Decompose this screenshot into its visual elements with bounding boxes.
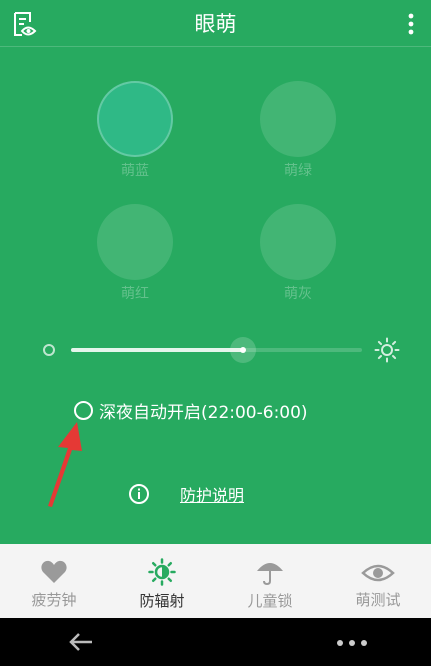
system-nav-bar	[0, 618, 431, 666]
heart-icon	[41, 560, 67, 583]
mode-gray-swatch	[260, 204, 336, 280]
mode-blue-swatch	[97, 81, 173, 157]
protection-info-link[interactable]: 防护说明	[180, 482, 244, 506]
slider-thumb[interactable]	[229, 337, 256, 363]
tab-cute-test[interactable]: 萌测试	[324, 544, 431, 618]
mode-red-swatch	[97, 204, 173, 280]
tab-child-lock-label: 儿童锁	[247, 592, 293, 610]
info-icon	[129, 484, 149, 504]
mode-green[interactable]: 萌绿	[258, 81, 338, 180]
protection-info[interactable]: 防护说明	[128, 482, 244, 506]
page-title: 眼萌	[194, 12, 237, 36]
tab-anti-radiation[interactable]: 防辐射	[108, 544, 216, 618]
main-screen: 眼萌 萌蓝 萌绿 萌红 萌灰 深夜自动开启(22:00-6:00) 防护说明	[0, 0, 431, 544]
tab-fatigue-clock[interactable]: 疲劳钟	[0, 544, 108, 618]
tab-anti-radiation-label: 防辐射	[139, 592, 185, 610]
umbrella-icon	[257, 563, 283, 586]
slider-fill	[71, 348, 243, 352]
mode-red[interactable]: 萌红	[95, 204, 175, 303]
tab-fatigue-clock-label: 疲劳钟	[31, 591, 77, 609]
night-mode-label: 深夜自动开启(22:00-6:00)	[99, 402, 308, 423]
mode-blue[interactable]: 萌蓝	[95, 81, 175, 180]
brightness-low-icon	[43, 344, 55, 356]
annotation-arrow-icon	[48, 422, 82, 507]
mode-gray[interactable]: 萌灰	[258, 204, 338, 303]
more-vertical-icon	[408, 13, 414, 35]
night-mode-radio[interactable]	[74, 400, 93, 420]
mode-red-label: 萌红	[121, 286, 149, 302]
brightness-slider[interactable]	[40, 336, 404, 366]
mode-green-swatch	[260, 81, 336, 157]
back-button[interactable]	[66, 630, 96, 654]
mode-blue-label: 萌蓝	[121, 163, 149, 179]
night-mode-option[interactable]: 深夜自动开启(22:00-6:00)	[74, 398, 308, 423]
eye-icon	[361, 564, 395, 582]
brightness-high-icon	[374, 337, 400, 363]
mode-gray-label: 萌灰	[284, 286, 312, 302]
app-bar: 眼萌	[0, 0, 431, 46]
tab-cute-test-label: 萌测试	[355, 591, 401, 609]
overflow-menu-button[interactable]	[398, 10, 424, 38]
bottom-tab-bar: 疲劳钟 防辐射 儿童锁 萌测试	[0, 544, 431, 618]
tab-child-lock[interactable]: 儿童锁	[216, 544, 324, 618]
app-bar-divider	[0, 46, 431, 47]
sun-icon	[148, 558, 176, 586]
mode-green-label: 萌绿	[284, 163, 312, 179]
back-arrow-icon	[69, 633, 92, 651]
more-horizontal-icon	[337, 640, 367, 646]
